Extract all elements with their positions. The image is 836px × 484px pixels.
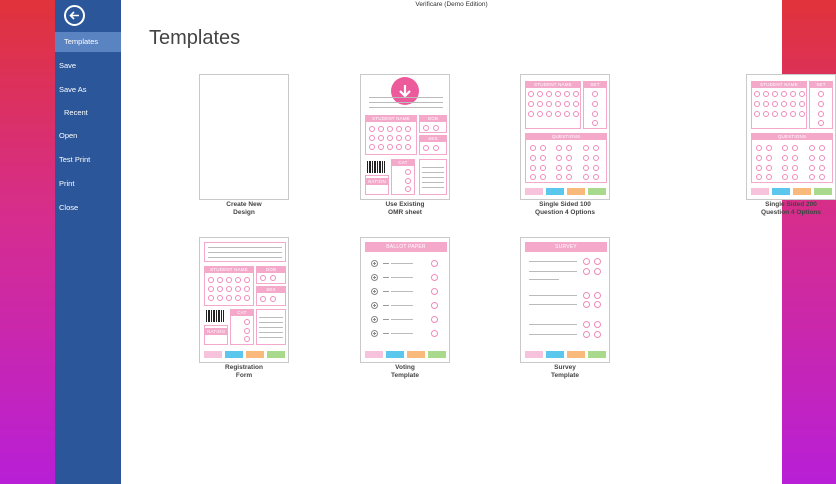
thumb-label: NATION (204, 328, 228, 335)
template-label: Use Existing OMR sheet (385, 201, 425, 216)
thumb-label: SET (809, 81, 833, 88)
nav-templates[interactable]: Templates (55, 32, 121, 52)
template-thumbnail-registration: STUDENT NAME DOB SEX NATION CAT (199, 237, 289, 363)
thumb-label: STUDENT NAME (751, 81, 807, 88)
thumb-label: SEX (419, 135, 447, 142)
nav-close[interactable]: Close (55, 198, 121, 218)
thumb-label: SET (583, 81, 607, 88)
template-thumbnail-blank (199, 74, 289, 200)
thumb-label: CAT (230, 309, 254, 316)
window-title: Verificare (Demo Edition) (415, 1, 488, 8)
thumb-label: CAT (391, 159, 415, 166)
thumb-label: BALLOT PAPER (365, 242, 447, 252)
thumb-label: DOB (419, 115, 447, 122)
template-thumbnail-100: STUDENT NAME SET QUESTIONS (520, 74, 610, 200)
template-thumbnail-200: STUDENT NAME SET QUESTIONS (746, 74, 836, 200)
thumb-label: QUESTIONS (751, 133, 833, 140)
template-single-sided-100[interactable]: STUDENT NAME SET QUESTIONS Single Sided … (520, 74, 610, 217)
main-panel: Verificare (Demo Edition) Templates Crea… (121, 0, 836, 484)
template-label: Create New Design (226, 201, 262, 216)
template-label: Voting Template (390, 364, 420, 379)
template-survey[interactable]: SURVEY Survey Template (520, 237, 610, 380)
app-window: Templates Save Save As Recent Open Test … (55, 0, 836, 484)
nav-print[interactable]: Print (55, 174, 121, 194)
thumb-label: STUDENT NAME (365, 115, 417, 122)
template-thumbnail-survey: SURVEY (520, 237, 610, 363)
template-label: Single Sided 200 Question 4 Options (761, 201, 821, 216)
template-thumbnail-omr: STUDENT NAME DOB SEX NATION CAT (360, 74, 450, 200)
thumb-label: SEX (256, 286, 286, 293)
page-title: Templates (149, 27, 241, 49)
template-label: Registration Form (225, 364, 263, 379)
back-button[interactable] (64, 5, 85, 26)
template-registration-form[interactable]: STUDENT NAME DOB SEX NATION CAT Registra… (199, 237, 289, 380)
thumb-label: SURVEY (525, 242, 607, 252)
nav-recent[interactable]: Recent (55, 103, 121, 123)
thumb-label: STUDENT NAME (204, 266, 254, 273)
template-label: Survey Template (550, 364, 580, 379)
arrow-left-circle-icon (69, 11, 79, 20)
thumb-label: DOB (256, 266, 286, 273)
thumb-label: NATION (365, 178, 389, 185)
template-single-sided-200[interactable]: STUDENT NAME SET QUESTIONS Single Sided … (746, 74, 836, 217)
backstage-sidebar: Templates Save Save As Recent Open Test … (55, 0, 121, 484)
template-voting[interactable]: BALLOT PAPER Voting Template (360, 237, 450, 380)
nav-open[interactable]: Open (55, 126, 121, 146)
template-create-new-design[interactable]: Create New Design (199, 74, 289, 217)
nav-save-as[interactable]: Save As (55, 80, 121, 100)
nav-test-print[interactable]: Test Print (55, 150, 121, 170)
template-use-existing-omr[interactable]: STUDENT NAME DOB SEX NATION CAT Use Exis… (360, 74, 450, 217)
thumb-label: QUESTIONS (525, 133, 607, 140)
nav-save[interactable]: Save (55, 56, 121, 76)
download-icon (391, 77, 419, 105)
template-label: Single Sided 100 Question 4 Options (535, 201, 595, 216)
thumb-label: STUDENT NAME (525, 81, 581, 88)
template-thumbnail-voting: BALLOT PAPER (360, 237, 450, 363)
